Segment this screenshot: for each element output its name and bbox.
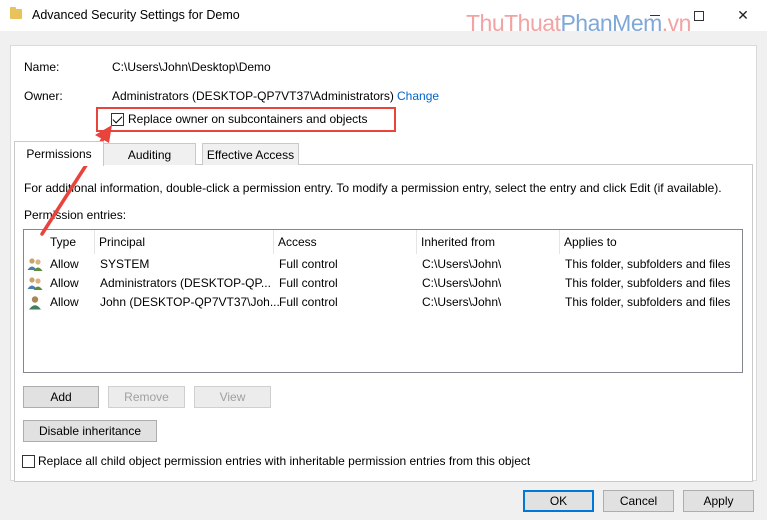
watermark-part-1: ThuThuat [466,10,561,36]
cell-principal: SYSTEM [100,257,150,271]
table-row[interactable]: Allow Administrators (DESKTOP-QP... Full… [24,274,742,293]
close-icon: ✕ [737,7,749,23]
cell-principal: Administrators (DESKTOP-QP... [100,276,271,290]
maximize-button[interactable] [677,0,721,31]
close-button[interactable]: ✕ [721,0,765,31]
cell-applies-to: This folder, subfolders and files [565,276,731,290]
owner-label: Owner: [24,89,63,103]
user-group-icon [27,258,43,271]
disable-inheritance-button[interactable]: Disable inheritance [23,420,157,442]
cell-access: Full control [279,276,338,290]
title-bar: Advanced Security Settings for Demo ThuT… [0,0,767,36]
name-label: Name: [24,60,60,74]
info-text: For additional information, double-click… [24,181,722,195]
replace-owner-checkbox[interactable] [111,113,124,126]
replace-owner-label[interactable]: Replace owner on subcontainers and objec… [128,112,367,126]
user-group-icon [27,277,43,290]
tab-permissions[interactable]: Permissions [14,141,104,166]
cell-access: Full control [279,295,338,309]
cell-access: Full control [279,257,338,271]
folder-icon [10,7,22,19]
maximize-icon [694,10,704,21]
cell-inherited-from: C:\Users\John\ [422,257,502,271]
apply-button[interactable]: Apply [683,490,754,512]
cell-type: Allow [50,276,79,290]
cell-principal: John (DESKTOP-QP7VT37\Joh... [100,295,280,309]
owner-value: Administrators (DESKTOP-QP7VT37\Administ… [112,89,394,103]
cell-inherited-from: C:\Users\John\ [422,276,502,290]
tab-auditing-label: Auditing [127,147,172,162]
permission-entries-label: Permission entries: [24,208,127,222]
column-header-access[interactable]: Access [274,230,417,254]
add-button[interactable]: Add [23,386,99,408]
column-header-type[interactable]: Type [46,230,95,254]
remove-button[interactable]: Remove [108,386,185,408]
tab-effective-access[interactable]: Effective Access [202,143,299,165]
change-owner-link[interactable]: Change [397,89,439,103]
cell-applies-to: This folder, subfolders and files [565,257,731,271]
user-icon [29,296,41,310]
view-button[interactable]: View [194,386,271,408]
cell-inherited-from: C:\Users\John\ [422,295,502,309]
cell-type: Allow [50,295,79,309]
window-title: Advanced Security Settings for Demo [32,8,240,22]
permission-entries-table[interactable]: Type Principal Access Inherited from App… [23,229,743,373]
table-row[interactable]: Allow John (DESKTOP-QP7VT37\Joh... Full … [24,293,742,312]
column-header-principal[interactable]: Principal [95,230,274,254]
tab-auditing[interactable]: Auditing [103,143,196,165]
replace-child-permissions-checkbox[interactable] [22,455,35,468]
cell-applies-to: This folder, subfolders and files [565,295,731,309]
table-row[interactable]: Allow SYSTEM Full control C:\Users\John\… [24,255,742,274]
replace-child-permissions-label[interactable]: Replace all child object permission entr… [38,454,530,468]
ok-button[interactable]: OK [523,490,594,512]
tab-effective-access-label: Effective Access [206,147,295,162]
cell-type: Allow [50,257,79,271]
column-header-applies-to[interactable]: Applies to [560,230,742,254]
cancel-button[interactable]: Cancel [603,490,674,512]
column-header-inherited-from[interactable]: Inherited from [417,230,560,254]
minimize-button[interactable] [633,0,677,31]
minimize-icon [650,15,660,16]
name-value: C:\Users\John\Desktop\Demo [112,60,271,74]
tab-permissions-label: Permissions [26,147,92,161]
